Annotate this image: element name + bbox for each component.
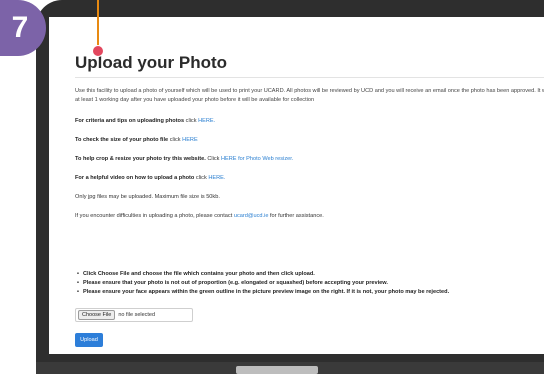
contact-line: If you encounter difficulties in uploadi… <box>75 213 324 219</box>
size-check-line: To check the size of your photo file cli… <box>75 137 198 143</box>
intro-text: Use this facility to upload a photo of y… <box>75 88 544 103</box>
file-input[interactable]: Choose File no file selected <box>75 308 193 322</box>
criteria-click: click <box>185 118 197 124</box>
callout-dot <box>92 45 104 57</box>
resize-click: Click <box>207 156 220 162</box>
choose-file-button[interactable]: Choose File <box>78 310 116 320</box>
laptop-screen: Upload your Photo Use this facility to u… <box>49 17 544 354</box>
criteria-line: For criteria and tips on uploading photo… <box>75 118 215 124</box>
size-check-link[interactable]: HERE <box>182 137 198 143</box>
size-check-text: To check the size of your photo file <box>75 137 169 143</box>
step-number: 7 <box>11 11 29 44</box>
video-click: click <box>195 175 207 181</box>
upload-button[interactable]: Upload <box>75 333 103 347</box>
upload-photo-page: Upload your Photo Use this facility to u… <box>65 17 544 354</box>
callout-line <box>97 0 99 48</box>
instruction-list: Click Choose File and choose the file wh… <box>75 270 449 297</box>
video-text: For a helpful video on how to upload a p… <box>75 175 195 181</box>
video-line: For a helpful video on how to upload a p… <box>75 175 225 181</box>
resize-link[interactable]: HERE for Photo Web resizer. <box>221 156 293 162</box>
list-item: Click Choose File and choose the file wh… <box>75 270 449 279</box>
title-divider <box>75 77 544 78</box>
criteria-text: For criteria and tips on uploading photo… <box>75 118 185 124</box>
criteria-link[interactable]: HERE. <box>198 118 215 124</box>
list-item: Please ensure your face appears within t… <box>75 288 449 297</box>
file-status: no file selected <box>118 312 156 318</box>
resize-line: To help crop & resize your photo try thi… <box>75 156 293 162</box>
video-link[interactable]: HERE. <box>208 175 225 181</box>
contact-prefix: If you encounter difficulties in uploadi… <box>75 213 233 219</box>
size-check-click: click <box>169 137 181 143</box>
list-item: Please ensure that your photo is not out… <box>75 279 449 288</box>
contact-email-link[interactable]: ucard@ucd.ie <box>234 213 269 219</box>
laptop-notch <box>236 366 318 374</box>
resize-text: To help crop & resize your photo try thi… <box>75 156 206 162</box>
file-rule-text: Only jpg files may be uploaded. Maximum … <box>75 194 220 200</box>
contact-suffix: for further assistance. <box>270 213 324 219</box>
